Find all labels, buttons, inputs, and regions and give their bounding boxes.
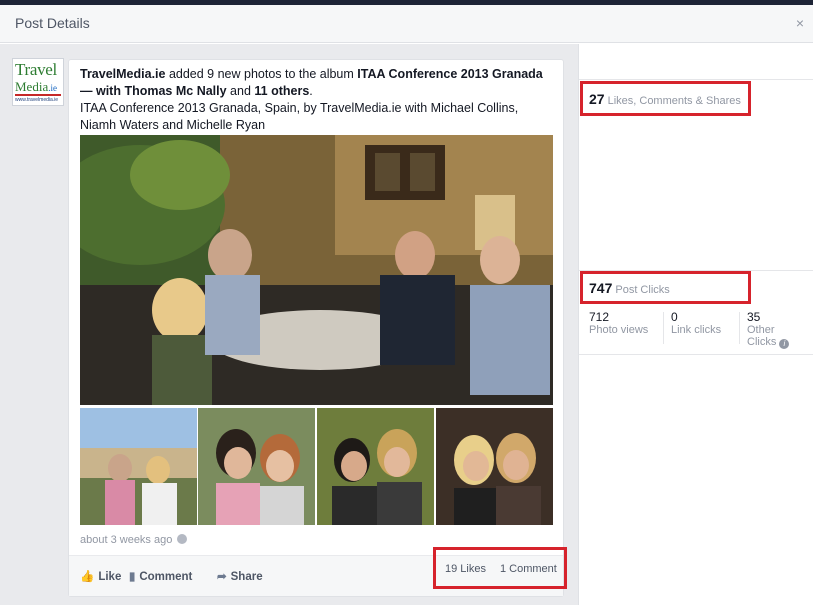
photo-thumbnails [80,408,553,525]
main-photo-image [80,135,553,405]
thumbnail-image [198,408,315,525]
divider [579,79,813,80]
thumbs-up-icon: 👍 [80,571,95,583]
page-name-link[interactable]: TravelMedia.ie [80,67,165,81]
photo-views-count: 712 [589,310,610,324]
close-icon[interactable]: × [796,16,804,30]
logo-text-travel: Travel [15,60,57,79]
share-label: Share [230,571,263,583]
post-story: TravelMedia.ie added 9 new photos to the… [80,66,550,134]
timestamp-text: about 3 weeks ago [80,534,173,546]
logo-url: www.travelmedia.ie [15,97,59,103]
share-arrow-icon: ➦ [217,571,227,583]
engagement-label: Likes, Comments & Shares [607,95,741,107]
photo-thumbnail[interactable] [317,408,434,525]
comment-button[interactable]: ▮ Comment [129,569,192,583]
share-button[interactable]: ➦ Share [217,569,263,583]
logo-text-media-word: Media [15,79,49,94]
link-clicks-stat: 0 Link clicks [671,310,743,336]
comment-label: Comment [139,571,193,583]
other-clicks-stat: 35 Other Clicks i [747,310,807,349]
link-clicks-label: Link clicks [671,324,722,336]
like-label: Like [98,571,122,583]
dialog-title: Post Details [15,15,90,31]
with-text: — with [80,84,125,98]
divider [663,312,664,344]
logo-text-ie: .ie [48,83,57,93]
globe-icon [177,534,188,544]
photo-thumbnail[interactable] [198,408,315,525]
other-clicks-label-text: Clicks [747,336,777,348]
thumbnail-image [436,408,553,525]
divider [579,354,813,355]
other-clicks-label-line2: Clicks i [747,336,807,349]
post-clicks-stat: 747 Post Clicks [589,280,670,298]
engagement-stat: 27 Likes, Comments & Shares [589,91,741,109]
engagement-highlight: 27 Likes, Comments & Shares [580,81,751,116]
photo-views-label: Photo views [589,324,649,336]
post-clicks-count: 747 [589,280,613,296]
post-card: TravelMedia.ie added 9 new photos to the… [68,59,564,597]
divider [739,312,740,344]
link-clicks-count: 0 [671,310,678,324]
album-link[interactable]: ITAA Conference 2013 Granada [357,67,542,81]
reaction-counts-highlight: 19 Likes 1 Comment [433,547,567,589]
post-description: ITAA Conference 2013 Granada, Spain, by … [80,101,519,132]
others-link[interactable]: 11 others [254,84,309,98]
post-clicks-label: Post Clicks [615,284,670,296]
photo-thumbnail[interactable] [80,408,197,525]
insights-pane: 712 Photo views 0 Link clicks 35 Other C… [578,44,813,605]
other-clicks-count: 35 [747,310,761,324]
photo-thumbnail[interactable] [436,408,553,525]
post-timestamp[interactable]: about 3 weeks ago [80,534,188,546]
logo-text-media: Media.ie [15,79,57,95]
likes-count-link[interactable]: 19 Likes [445,563,486,575]
info-icon[interactable]: i [779,339,790,349]
thumbnail-image [80,408,197,525]
post-pane: Travel Media.ie www.travelmedia.ie Trave… [0,44,578,605]
post-clicks-highlight: 747 Post Clicks [580,271,751,304]
logo-divider [15,94,61,96]
page-avatar[interactable]: Travel Media.ie www.travelmedia.ie [12,58,64,106]
main-photo[interactable] [80,135,553,405]
photo-views-stat: 712 Photo views [589,310,661,336]
like-button[interactable]: 👍 Like [80,569,121,583]
thumbnail-image [317,408,434,525]
story-text: added 9 new photos to the album [165,67,358,81]
comment-icon: ▮ [129,571,136,583]
end-period: . [309,84,313,98]
comments-count-link[interactable]: 1 Comment [500,563,557,575]
and-text: and [226,84,255,98]
tagged-person-link[interactable]: Thomas Mc Nally [124,84,226,98]
engagement-count: 27 [589,91,605,107]
dialog-header: Post Details × [0,5,813,43]
other-clicks-label-line1: Other [747,324,775,336]
